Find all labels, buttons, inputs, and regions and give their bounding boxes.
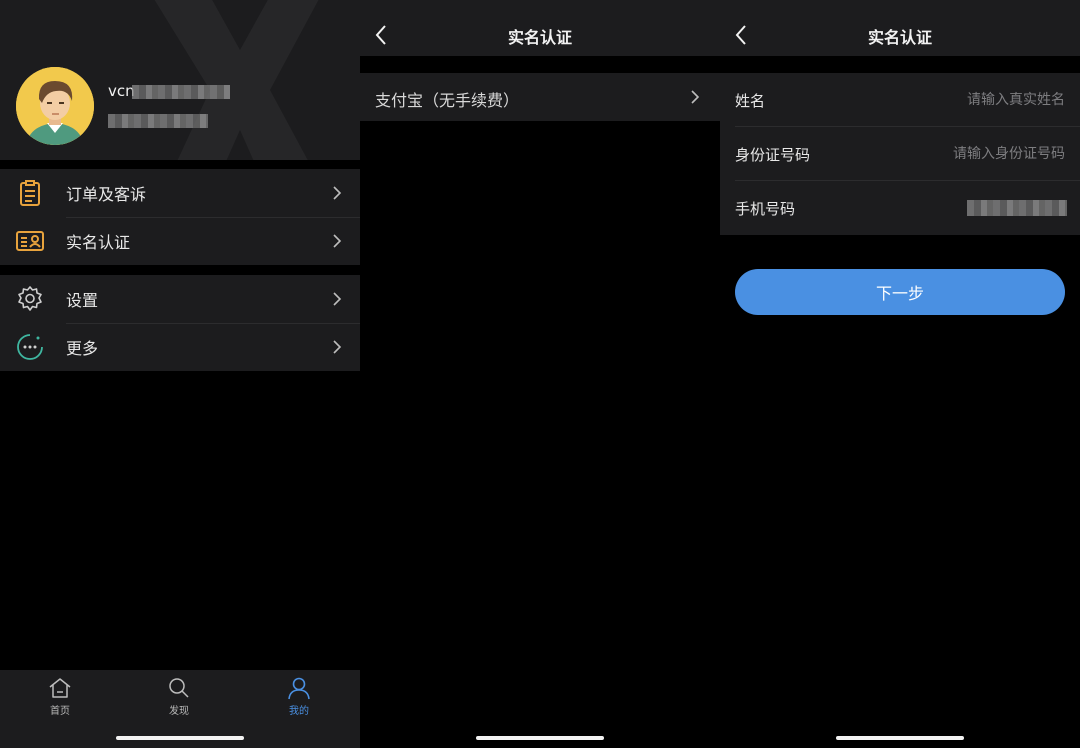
alipay-option[interactable]: 支付宝（无手续费） xyxy=(360,73,720,121)
menu-item-orders[interactable]: 订单及客诉 xyxy=(0,169,360,217)
more-dots-icon xyxy=(17,334,43,360)
real-name-input[interactable] xyxy=(875,87,1065,113)
home-icon xyxy=(49,678,71,698)
clipboard-icon xyxy=(20,180,40,206)
verify-form-screen: 实名认证 姓名 身份证号码 手机号码 下一步 xyxy=(720,0,1080,748)
page-title: 实名认证 xyxy=(867,28,932,47)
avatar-illustration-icon xyxy=(16,67,94,145)
user-icon xyxy=(288,677,310,700)
home-indicator xyxy=(836,736,964,740)
chevron-right-icon xyxy=(691,90,700,104)
tab-bar: 首页 发现 我的 xyxy=(0,670,360,748)
field-label: 身份证号码 xyxy=(735,146,811,164)
screenshot-stage: vcn 订单及客诉 实名认证 设置 更多 首页 发现 我的 实名认证 支付宝（无… xyxy=(0,0,1080,748)
username-text: vcn xyxy=(108,82,135,100)
id-number-input[interactable] xyxy=(875,141,1065,167)
username-redacted xyxy=(132,85,230,99)
chevron-right-icon xyxy=(333,340,342,354)
profile-header: vcn xyxy=(0,0,360,160)
field-label: 姓名 xyxy=(735,92,766,110)
profile-screen: vcn 订单及客诉 实名认证 设置 更多 首页 发现 我的 xyxy=(0,0,360,748)
verification-form: 姓名 身份证号码 手机号码 xyxy=(720,73,1080,235)
menu-item-real-name[interactable]: 实名认证 xyxy=(0,217,360,265)
tab-label: 首页 xyxy=(50,706,70,717)
field-label: 手机号码 xyxy=(735,200,796,218)
menu-item-more[interactable]: 更多 xyxy=(0,323,360,371)
menu-label: 实名认证 xyxy=(66,233,131,252)
tab-mine[interactable]: 我的 xyxy=(269,676,329,722)
tab-label: 我的 xyxy=(289,706,309,717)
chevron-right-icon xyxy=(333,234,342,248)
next-step-button[interactable]: 下一步 xyxy=(735,269,1065,315)
nav-bar: 实名认证 xyxy=(720,0,1080,56)
home-indicator xyxy=(476,736,604,740)
chevron-right-icon xyxy=(333,292,342,306)
tab-label: 发现 xyxy=(169,706,189,717)
menu-label: 设置 xyxy=(66,291,99,310)
page-title: 实名认证 xyxy=(507,28,572,47)
phone-row: 手机号码 xyxy=(720,181,1080,235)
watermark-logo-icon xyxy=(154,0,319,160)
menu-group-settings: 设置 更多 xyxy=(0,275,360,371)
tab-discover[interactable]: 发现 xyxy=(149,676,209,722)
menu-item-settings[interactable]: 设置 xyxy=(0,275,360,323)
user-id-redacted xyxy=(108,114,208,128)
nav-bar: 实名认证 xyxy=(360,0,720,56)
id-card-icon xyxy=(16,231,44,251)
verify-method-screen: 实名认证 支付宝（无手续费） xyxy=(360,0,720,748)
menu-group-orders: 订单及客诉 实名认证 xyxy=(0,169,360,265)
phone-number-redacted[interactable] xyxy=(967,200,1067,216)
menu-label: 更多 xyxy=(66,339,99,358)
id-number-row: 身份证号码 xyxy=(720,127,1080,181)
tab-home[interactable]: 首页 xyxy=(30,676,90,722)
avatar[interactable] xyxy=(16,67,94,145)
gear-icon xyxy=(18,286,42,311)
home-indicator xyxy=(116,736,244,740)
option-label: 支付宝（无手续费） xyxy=(375,91,520,110)
search-icon xyxy=(169,678,189,698)
chevron-right-icon xyxy=(333,186,342,200)
menu-label: 订单及客诉 xyxy=(66,185,147,204)
name-row: 姓名 xyxy=(720,73,1080,127)
